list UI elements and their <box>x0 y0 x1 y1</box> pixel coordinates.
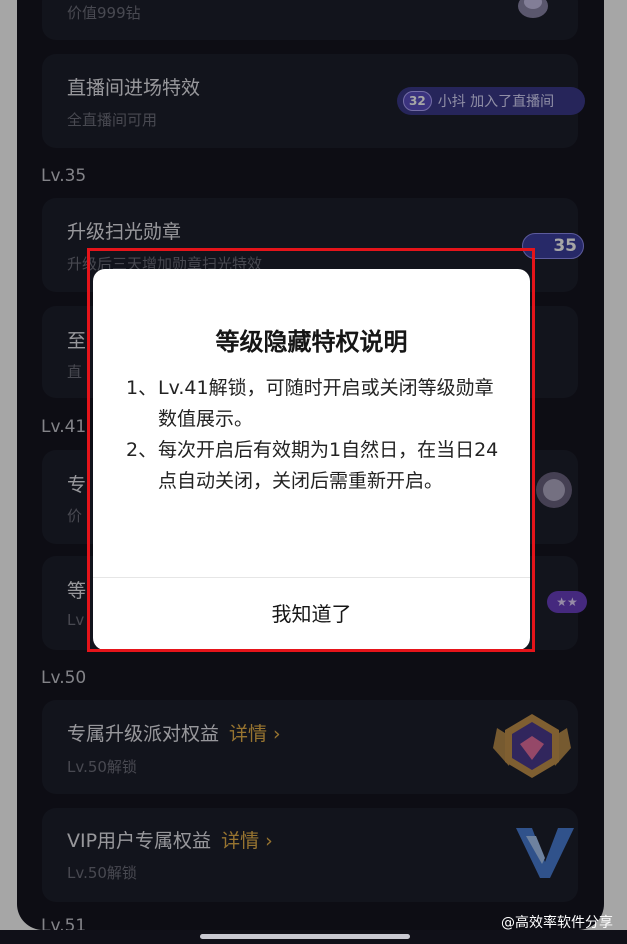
highlight-box <box>87 248 535 652</box>
home-indicator[interactable] <box>200 934 410 939</box>
watermark: @高效率软件分享 <box>501 915 613 931</box>
